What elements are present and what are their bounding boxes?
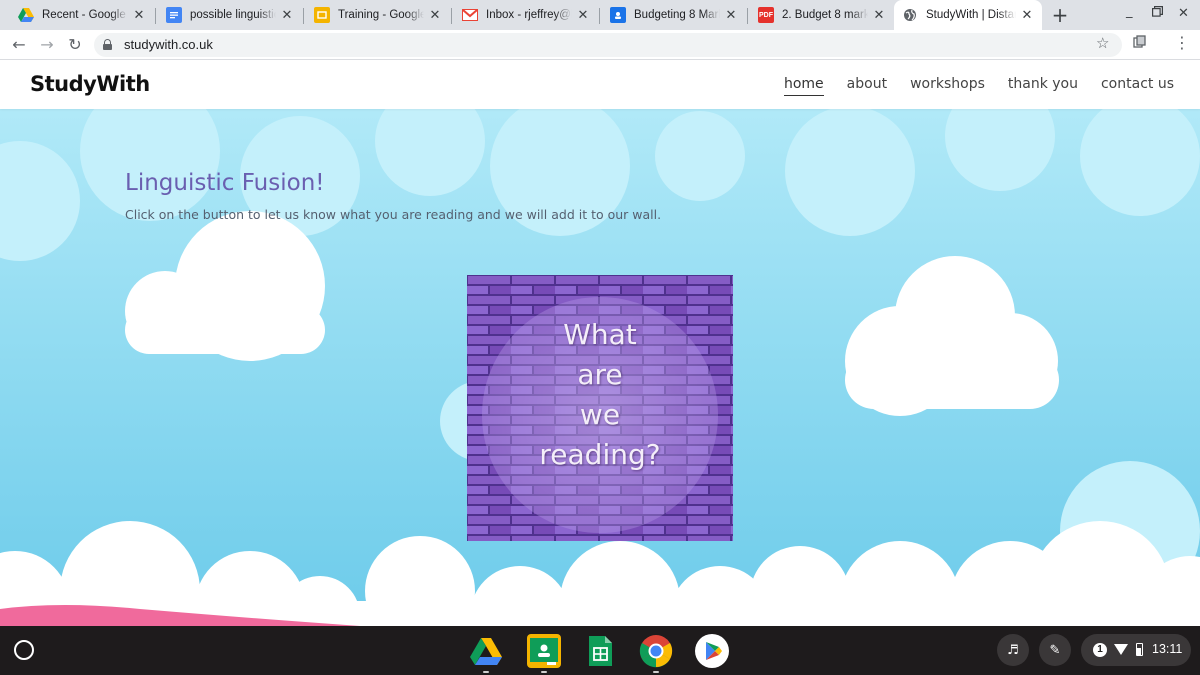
reload-icon[interactable]: ↻ [64,34,86,56]
back-arrow-icon[interactable]: ← [8,34,30,56]
restore-icon[interactable] [1152,6,1163,21]
forward-arrow-icon[interactable]: → [36,34,58,56]
bookmark-star-icon[interactable]: ☆ [1096,34,1109,52]
notification-count-badge: 1 [1093,643,1107,657]
address-bar[interactable]: studywith.co.uk [94,33,1122,57]
nav-thank-you[interactable]: thank you [1008,76,1078,96]
caption-line: we [579,398,621,431]
google-drive-app-icon[interactable] [469,634,503,668]
close-icon[interactable]: ✕ [576,7,590,23]
lock-icon [103,39,112,50]
tab-separator [451,8,452,24]
tab-separator [599,8,600,24]
nav-home[interactable]: home [783,76,824,96]
media-controls-icon[interactable]: ♬ [997,634,1029,666]
page-title: Linguistic Fusion! [125,170,325,196]
tab-title: possible linguistic f [190,9,276,21]
tab-title: Training - Google Sl [338,9,424,21]
tab-google-drive[interactable]: Recent - Google Dri ✕ [10,0,154,30]
google-classroom-app-icon[interactable] [527,634,561,668]
running-indicator [653,671,659,673]
tab-title: Inbox - rjeffrey@bro [486,9,572,21]
menu-dots-icon[interactable]: ⋮ [1174,33,1190,52]
close-icon[interactable]: ✕ [724,7,738,23]
minimize-icon[interactable]: _ [1126,4,1133,19]
site-header: StudyWith home about workshops thank you… [0,61,1200,109]
google-classroom-icon [610,7,626,23]
pdf-icon: PDF [758,7,774,23]
running-indicator [483,671,489,673]
tab-google-docs[interactable]: possible linguistic f ✕ [158,0,302,30]
site-nav: home about workshops thank you contact u… [783,76,1174,96]
running-indicator [541,671,547,673]
clock: 13:11 [1152,642,1183,656]
tab-google-classroom[interactable]: Budgeting 8 Mark Q ✕ [602,0,746,30]
chrome-app-icon[interactable] [639,634,673,668]
tab-title: StudyWith | Distan [926,9,1016,21]
wifi-icon [1114,644,1128,655]
close-icon[interactable]: ✕ [280,7,294,23]
close-icon[interactable]: ✕ [872,7,886,23]
tab-google-slides[interactable]: Training - Google Sl ✕ [306,0,450,30]
site-logo[interactable]: StudyWith [30,72,150,96]
gmail-icon [462,7,478,23]
google-docs-icon [166,7,182,23]
tab-studywith[interactable]: StudyWith | Distan ✕ [894,0,1042,30]
battery-icon [1136,643,1143,656]
caption-line: What [563,318,637,351]
globe-icon [902,7,918,23]
nav-workshops[interactable]: workshops [910,76,985,96]
url-text[interactable]: studywith.co.uk [124,37,213,52]
close-icon[interactable]: ✕ [428,7,442,23]
tab-separator [303,8,304,24]
close-icon[interactable]: ✕ [1020,7,1034,23]
google-drive-icon [18,7,34,23]
nav-contact-us[interactable]: contact us [1101,76,1174,96]
system-tray-status[interactable]: 1 13:11 [1081,634,1191,666]
tab-strip: Recent - Google Dri ✕ possible linguisti… [0,0,1200,30]
web-page: StudyWith home about workshops thank you… [0,61,1200,626]
new-tab-button[interactable]: + [1048,2,1072,28]
wall-caption: What are we reading? [467,315,733,475]
close-icon[interactable]: ✕ [132,7,146,23]
nav-about[interactable]: about [847,76,887,96]
tab-title: Recent - Google Dri [42,9,128,21]
page-description: Click on the button to let us know what … [125,207,662,222]
extensions-icon[interactable] [1133,35,1147,53]
browser-toolbar: ← → ↻ studywith.co.uk ☆ ⋮ [0,30,1200,60]
launcher-button[interactable] [14,640,34,660]
tab-separator [155,8,156,24]
google-slides-icon [314,7,330,23]
close-window-icon[interactable]: ✕ [1178,6,1189,21]
play-store-app-icon[interactable] [695,634,729,668]
stylus-tools-icon[interactable]: ✎ [1039,634,1071,666]
tab-separator [747,8,748,24]
google-sheets-app-icon[interactable] [583,634,617,668]
caption-line: reading? [539,438,661,471]
caption-line: are [577,358,623,391]
what-are-we-reading-button[interactable]: What are we reading? [467,275,733,541]
tab-pdf-budget[interactable]: PDF 2. Budget 8 marker ✕ [750,0,894,30]
tab-title: Budgeting 8 Mark Q [634,9,720,21]
tab-gmail-inbox[interactable]: Inbox - rjeffrey@bro ✕ [454,0,598,30]
tab-title: 2. Budget 8 marker [782,9,868,21]
os-shelf: ♬ ✎ 1 13:11 [0,626,1200,675]
